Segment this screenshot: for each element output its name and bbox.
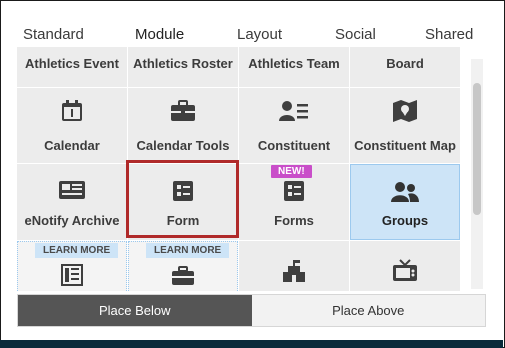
tile-constituent[interactable]: Constituent — [239, 88, 349, 163]
tab-layout[interactable]: Layout — [237, 26, 282, 43]
users-icon — [351, 181, 459, 203]
tile-row4-2[interactable]: LEARN MORE — [128, 241, 238, 291]
briefcase-icon — [129, 266, 237, 286]
tile-label: Board — [386, 56, 424, 71]
user-list-icon — [239, 100, 349, 122]
tile-label: Athletics Roster — [133, 56, 233, 71]
placement-buttons: Place Below Place Above — [17, 294, 486, 327]
columns-icon — [18, 264, 126, 286]
tile-label: eNotify Archive — [24, 213, 120, 228]
briefcase-icon — [128, 100, 238, 122]
tab-standard[interactable]: Standard — [23, 26, 84, 43]
tile-label: Athletics Team — [248, 56, 340, 71]
tile-label: Forms — [274, 213, 314, 228]
tile-calendar-tools[interactable]: Calendar Tools — [128, 88, 238, 163]
tile-enotify-archive[interactable]: eNotify Archive — [17, 164, 127, 240]
module-picker-dialog: Standard Module Layout Social Shared Ath… — [0, 0, 505, 348]
tile-label: Constituent Map — [354, 138, 456, 153]
tile-label: Groups — [381, 213, 429, 228]
tile-groups[interactable]: Groups — [350, 164, 460, 240]
tile-row4-3[interactable] — [239, 241, 349, 291]
tab-social[interactable]: Social — [335, 26, 376, 43]
scrollbar-thumb[interactable] — [473, 83, 481, 215]
learn-more-badge[interactable]: LEARN MORE — [146, 243, 230, 258]
building-icon — [239, 259, 349, 283]
tile-row4-4[interactable] — [350, 241, 460, 291]
module-grid: Athletics Event Athletics Roster Athleti… — [17, 47, 461, 291]
tile-row4-1[interactable]: LEARN MORE — [17, 241, 127, 291]
map-pin-icon — [350, 99, 460, 123]
newspaper-icon — [17, 180, 127, 200]
tile-label: Calendar — [44, 138, 100, 153]
tile-athletics-event[interactable]: Athletics Event — [17, 47, 127, 87]
tile-constituent-map[interactable]: Constituent Map — [350, 88, 460, 163]
selection-highlight — [126, 160, 239, 238]
tab-bar: Standard Module Layout Social Shared — [1, 1, 504, 49]
form-icon — [239, 180, 349, 202]
tv-icon — [350, 259, 460, 283]
tile-calendar[interactable]: Calendar — [17, 88, 127, 163]
learn-more-badge[interactable]: LEARN MORE — [35, 243, 119, 258]
tile-label: Constituent — [257, 138, 331, 153]
tab-shared[interactable]: Shared — [425, 26, 473, 43]
tile-athletics-roster[interactable]: Athletics Roster — [128, 47, 238, 87]
tile-board[interactable]: Board — [350, 47, 460, 87]
tile-label: Athletics Event — [25, 56, 119, 71]
tile-label: Calendar Tools — [136, 138, 230, 153]
background-strip — [0, 340, 503, 348]
tab-module[interactable]: Module — [135, 26, 185, 49]
tile-forms[interactable]: NEW! Forms — [239, 164, 349, 240]
new-badge: NEW! — [271, 165, 312, 178]
place-above-button[interactable]: Place Above — [251, 295, 485, 326]
calendar-icon — [17, 99, 127, 123]
tile-athletics-team[interactable]: Athletics Team — [239, 47, 349, 87]
place-below-button[interactable]: Place Below — [18, 295, 252, 326]
